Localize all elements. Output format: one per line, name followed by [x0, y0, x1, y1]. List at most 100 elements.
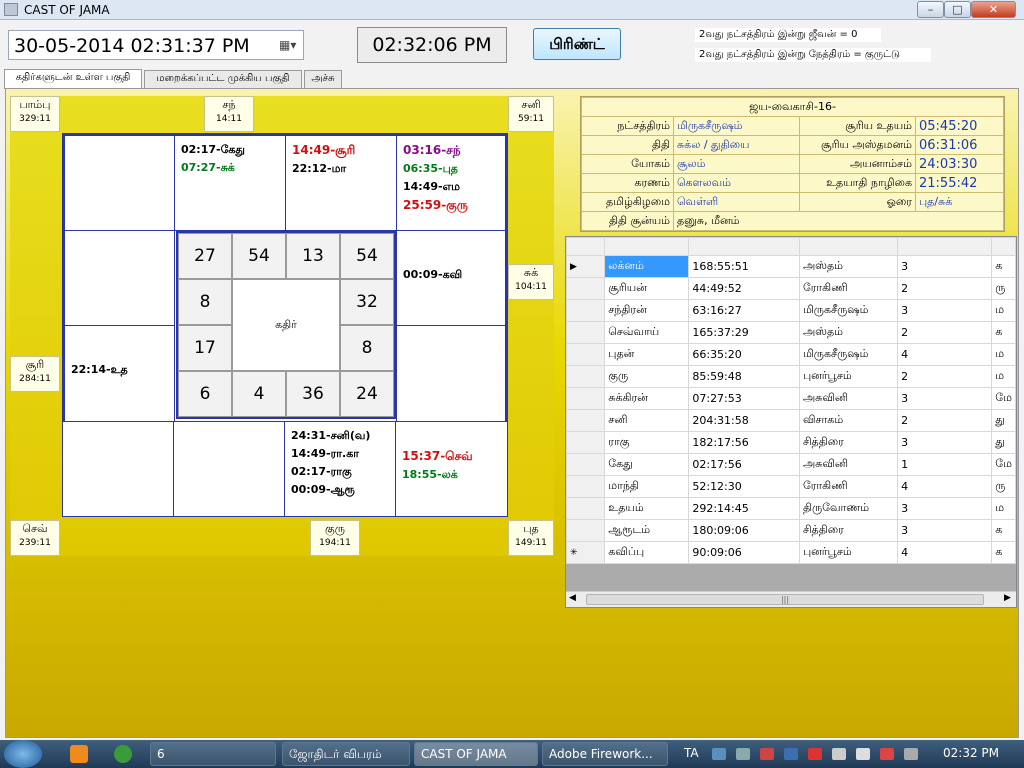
- security-icon[interactable]: [760, 748, 774, 760]
- row-marker[interactable]: [565, 277, 606, 300]
- grid-cell[interactable]: 4: [897, 343, 993, 366]
- grid-cell[interactable]: சித்திரை: [798, 431, 899, 454]
- grid-cell[interactable]: 2: [897, 277, 993, 300]
- table-row[interactable]: குரு 85:59:48 புனர்பூசம் 2 ம: [565, 365, 1016, 388]
- datetime-picker[interactable]: 30-05-2014 02:31:37 PM ▦▾: [8, 30, 304, 60]
- grid-cell[interactable]: கேது: [604, 453, 690, 476]
- grid-cell[interactable]: க: [991, 519, 1016, 542]
- minimize-button[interactable]: –: [917, 1, 944, 18]
- grid-cell[interactable]: ரோகிணி: [798, 277, 899, 300]
- grid-cell[interactable]: மிருகசீருஷம்: [798, 299, 899, 322]
- row-marker[interactable]: [565, 453, 606, 476]
- table-row[interactable]: சுக்கிரன் 07:27:53 அசுவினி 3 மே: [565, 387, 1016, 410]
- grid-cell[interactable]: மே: [991, 387, 1016, 410]
- start-button[interactable]: [4, 740, 42, 768]
- grid-cell[interactable]: திருவோணம்: [798, 497, 899, 520]
- row-marker[interactable]: [565, 497, 606, 520]
- table-row[interactable]: புதன் 66:35:20 மிருகசீருஷம் 4 ம: [565, 343, 1016, 366]
- calendar-dropdown-icon[interactable]: ▦▾: [279, 38, 301, 54]
- row-marker[interactable]: ✳: [565, 541, 606, 564]
- grid-cell[interactable]: ரோகிணி: [798, 475, 899, 498]
- scroll-left-icon[interactable]: ◀: [569, 593, 576, 603]
- taskbar-item-folder[interactable]: 6: [150, 742, 276, 766]
- grid-cell[interactable]: க: [991, 321, 1016, 344]
- row-marker[interactable]: [565, 365, 606, 388]
- grid-cell[interactable]: அஸ்தம்: [798, 255, 899, 278]
- scroll-thumb[interactable]: |||: [586, 594, 984, 605]
- grid-cell[interactable]: புனர்பூசம்: [798, 541, 899, 564]
- row-marker[interactable]: [565, 343, 606, 366]
- row-marker[interactable]: ▶: [565, 255, 606, 278]
- row-marker[interactable]: [565, 387, 606, 410]
- grid-cell[interactable]: து: [991, 409, 1016, 432]
- vlc-icon[interactable]: [70, 745, 88, 763]
- table-row[interactable]: ராகு 182:17:56 சித்திரை 3 து: [565, 431, 1016, 454]
- table-row[interactable]: ▶ லக்னம் 168:55:51 அஸ்தம் 3 க: [565, 255, 1016, 278]
- planet-data-grid[interactable]: ▶ லக்னம் 168:55:51 அஸ்தம் 3 க சூரியன் 44:49:52 ர…: [565, 236, 1017, 608]
- grid-cell[interactable]: 204:31:58: [688, 409, 800, 432]
- table-row[interactable]: சூரியன் 44:49:52 ரோகிணி 2 ரு: [565, 277, 1016, 300]
- grid-cell[interactable]: 180:09:06: [688, 519, 800, 542]
- horizontal-scrollbar[interactable]: ◀ ||| ▶: [566, 591, 1016, 607]
- grid-cell[interactable]: 168:55:51: [688, 255, 800, 278]
- taskbar-item-cast-of-jama[interactable]: CAST OF JAMA: [414, 742, 538, 766]
- row-marker[interactable]: [565, 409, 606, 432]
- grid-cell[interactable]: 2: [897, 365, 993, 388]
- grid-cell[interactable]: ம: [991, 343, 1016, 366]
- grid-cell[interactable]: உதயம்: [604, 497, 690, 520]
- table-row[interactable]: சந்திரன் 63:16:27 மிருகசீருஷம் 3 ம: [565, 299, 1016, 322]
- grid-cell[interactable]: கவிப்பு: [604, 541, 690, 564]
- grid-cell[interactable]: ராகு: [604, 431, 690, 454]
- network-icon[interactable]: [880, 748, 894, 760]
- grid-cell[interactable]: 66:35:20: [688, 343, 800, 366]
- help-icon[interactable]: [712, 748, 726, 760]
- grid-cell[interactable]: 07:27:53: [688, 387, 800, 410]
- table-row[interactable]: ✳ கவிப்பு 90:09:06 புனர்பூசம் 4 க: [565, 541, 1016, 564]
- scroll-right-icon[interactable]: ▶: [1004, 593, 1011, 603]
- grid-cell[interactable]: 85:59:48: [688, 365, 800, 388]
- sync-icon[interactable]: [832, 748, 846, 760]
- grid-cell[interactable]: 3: [897, 431, 993, 454]
- table-row[interactable]: கேது 02:17:56 அசுவினி 1 மே: [565, 453, 1016, 476]
- keyboard-icon[interactable]: [736, 748, 750, 760]
- grid-cell[interactable]: 3: [897, 497, 993, 520]
- grid-cell[interactable]: சந்திரன்: [604, 299, 690, 322]
- grid-cell[interactable]: ரு: [991, 475, 1016, 498]
- chrome-icon[interactable]: [114, 745, 132, 763]
- grid-cell[interactable]: லக்னம்: [604, 255, 690, 278]
- grid-cell[interactable]: ம: [991, 497, 1016, 520]
- grid-cell[interactable]: குரு: [604, 365, 690, 388]
- power-icon[interactable]: [904, 748, 918, 760]
- grid-cell[interactable]: 3: [897, 255, 993, 278]
- grid-cell[interactable]: விசாகம்: [798, 409, 899, 432]
- grid-cell[interactable]: க: [991, 541, 1016, 564]
- language-indicator[interactable]: TA: [684, 746, 699, 760]
- grid-cell[interactable]: மாந்தி: [604, 475, 690, 498]
- close-button[interactable]: ✕: [971, 1, 1016, 18]
- taskbar-clock[interactable]: 02:32 PM: [943, 746, 999, 760]
- grid-cell[interactable]: அசுவினி: [798, 387, 899, 410]
- grid-cell[interactable]: 3: [897, 387, 993, 410]
- grid-cell[interactable]: க: [991, 255, 1016, 278]
- taskbar-item-fireworks[interactable]: Adobe Firework...: [542, 742, 668, 766]
- table-row[interactable]: ஆரூடம் 180:09:06 சித்திரை 3 க: [565, 519, 1016, 542]
- row-marker[interactable]: [565, 519, 606, 542]
- grid-cell[interactable]: 2: [897, 409, 993, 432]
- grid-cell[interactable]: 2: [897, 321, 993, 344]
- grid-cell[interactable]: செவ்வாய்: [604, 321, 690, 344]
- bluetooth-icon[interactable]: [784, 748, 798, 760]
- row-marker[interactable]: [565, 475, 606, 498]
- table-row[interactable]: செவ்வாய் 165:37:29 அஸ்தம் 2 க: [565, 321, 1016, 344]
- grid-cell[interactable]: அசுவினி: [798, 453, 899, 476]
- grid-cell[interactable]: 165:37:29: [688, 321, 800, 344]
- antivirus-icon[interactable]: [808, 748, 822, 760]
- row-marker[interactable]: [565, 299, 606, 322]
- grid-cell[interactable]: 1: [897, 453, 993, 476]
- grid-cell[interactable]: புதன்: [604, 343, 690, 366]
- row-marker[interactable]: [565, 431, 606, 454]
- tab-kathir[interactable]: கதிர்களுடன் உள்ள பகுதி: [4, 69, 142, 89]
- grid-cell[interactable]: 90:09:06: [688, 541, 800, 564]
- volume-icon[interactable]: [856, 748, 870, 760]
- tab-print[interactable]: அச்சு: [304, 70, 342, 88]
- grid-cell[interactable]: ஆரூடம்: [604, 519, 690, 542]
